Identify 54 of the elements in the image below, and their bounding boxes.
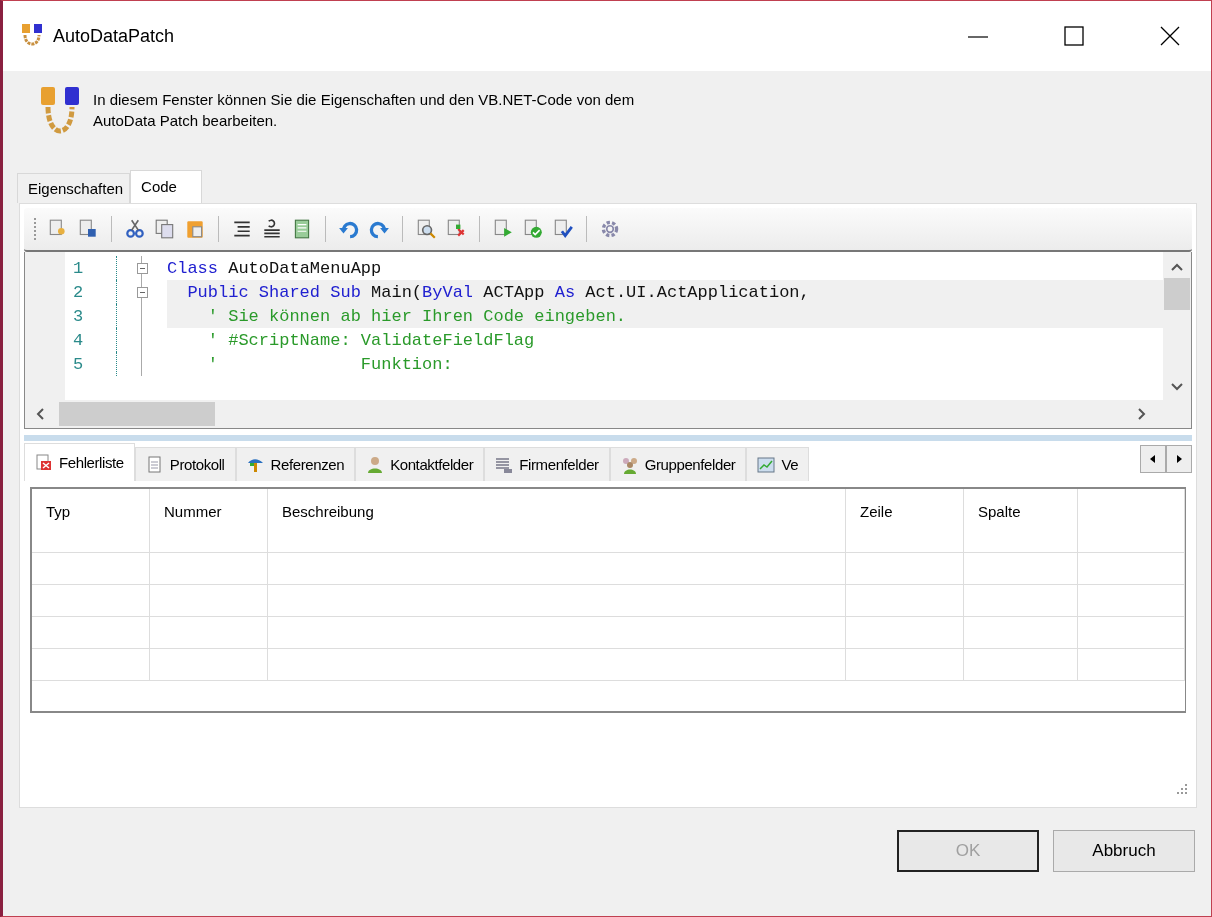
scroll-thumb[interactable]	[59, 402, 215, 426]
lines-arrow-icon[interactable]	[261, 218, 283, 240]
column-header[interactable]: Nummer	[150, 489, 268, 567]
code-line: ' Funktion:	[206, 353, 454, 376]
line-number: 4	[72, 329, 85, 352]
page-magnifier-icon[interactable]	[415, 218, 437, 240]
column-header[interactable]: Beschreibung	[268, 489, 846, 567]
collapse-icon[interactable]	[136, 286, 148, 298]
maximize-icon[interactable]	[1063, 25, 1085, 47]
header-description: In diesem Fenster können Sie die Eigenschaften und den VB.NET-Code von dem AutoData Patch bearbeiten.	[93, 90, 635, 131]
close-icon[interactable]	[1159, 25, 1181, 47]
code-editor[interactable]: 1 Class AutoDataMenuApp 2 Public Shared Sub Main(ByVal ACTApp As Act.UI.ActApplication, 3 ' Sie können ab hier Ihren Code eingeben. 4 ' #ScriptName: ValidateFieldFlag 5 ' Funktion:	[25, 252, 1163, 400]
triangle-right-icon	[1175, 454, 1183, 464]
settings-icon[interactable]	[599, 218, 621, 240]
page-check-icon[interactable]	[522, 218, 544, 240]
column-header[interactable]: Typ	[32, 489, 150, 567]
cut-icon[interactable]	[124, 218, 146, 240]
scroll-thumb[interactable]	[1164, 278, 1190, 310]
bottom-tab[interactable]: Referenzen	[235, 447, 356, 481]
horizontal-scrollbar[interactable]	[25, 400, 1163, 428]
code-line: Class AutoDataMenuApp	[167, 257, 383, 280]
scroll-right-button[interactable]	[1166, 445, 1192, 473]
bottom-tab[interactable]: Ve	[746, 447, 810, 481]
collapse-icon[interactable]	[136, 262, 148, 274]
paste-icon[interactable]	[184, 218, 206, 240]
document-icon	[145, 455, 164, 474]
table-rows-icon	[495, 455, 514, 474]
bottom-tab[interactable]: Fehlerliste	[24, 443, 135, 481]
page-tick-icon[interactable]	[552, 218, 574, 240]
person-icon	[366, 455, 385, 474]
window-title: AutoDataPatch	[53, 25, 176, 47]
line-chart-icon	[757, 455, 776, 474]
scroll-left-button[interactable]	[1140, 445, 1166, 473]
bottom-tab[interactable]: Kontaktfelder	[355, 447, 485, 481]
dialog-button[interactable]: Abbruch	[1053, 830, 1195, 872]
code-line: ' #ScriptName: ValidateFieldFlag	[206, 329, 536, 352]
resize-grip-icon[interactable]	[1176, 783, 1188, 795]
line-number: 3	[72, 305, 85, 328]
people-icon	[620, 455, 639, 474]
column-header[interactable]: Zeile	[846, 489, 964, 567]
bottom-tab[interactable]: Protokoll	[134, 447, 236, 481]
triangle-left-icon	[1149, 454, 1157, 464]
tab[interactable]: Code	[130, 170, 202, 203]
bottom-tab[interactable]: Gruppenfelder	[609, 447, 747, 481]
line-number: 1	[72, 257, 85, 280]
vertical-scrollbar[interactable]	[1163, 252, 1191, 400]
tab[interactable]: Eigenschaften	[17, 173, 131, 203]
page-disk-icon[interactable]	[77, 218, 99, 240]
column-header[interactable]: Spalte	[964, 489, 1078, 567]
line-number: 5	[72, 353, 85, 376]
line-number: 2	[72, 281, 85, 304]
bottom-tab[interactable]: Firmenfelder	[484, 447, 610, 481]
copy-icon[interactable]	[154, 218, 176, 240]
page-error-icon	[35, 453, 53, 472]
